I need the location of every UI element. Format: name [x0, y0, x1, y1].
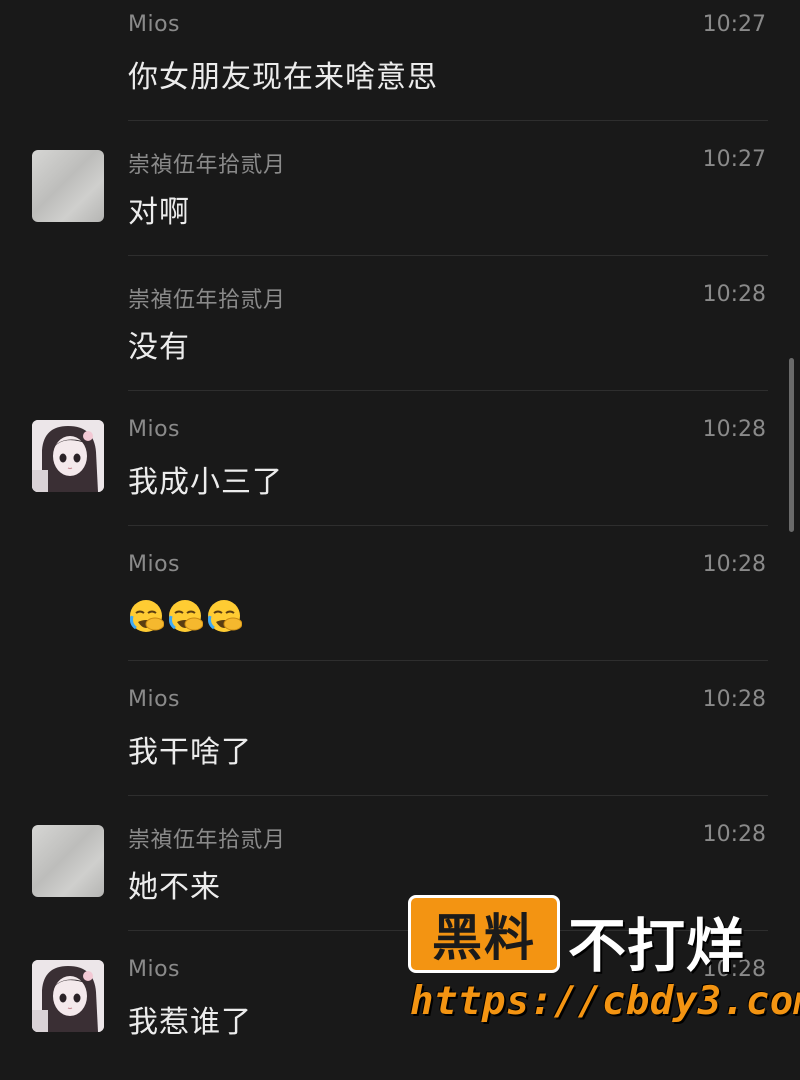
facepalm-cry-emoji-icon	[130, 600, 164, 632]
chat-message[interactable]: 崇禎伍年拾贰月 10:28 没有	[0, 270, 800, 405]
message-text: 她不来	[128, 870, 221, 905]
scrollbar[interactable]	[789, 358, 794, 532]
message-text: 没有	[128, 330, 190, 365]
message-text: 对啊	[128, 195, 190, 230]
message-time: 10:27	[702, 12, 766, 37]
chat-message[interactable]: Mios 10:28 我成小三了	[0, 405, 800, 540]
facepalm-cry-emoji-icon	[169, 600, 203, 632]
anime-girl-avatar-icon	[32, 420, 104, 492]
emoji-row	[128, 598, 242, 634]
message-time: 10:28	[702, 687, 766, 712]
avatar[interactable]	[32, 150, 104, 222]
message-text: 我干啥了	[128, 735, 252, 770]
watermark-url: https://cbdy3.com	[410, 979, 800, 1024]
sender-name: Mios	[128, 687, 181, 712]
chat-message[interactable]: 崇禎伍年拾贰月 10:27 对啊	[0, 135, 800, 270]
message-time: 10:28	[702, 552, 766, 577]
facepalm-cry-emoji-icon	[208, 600, 242, 632]
anime-girl-avatar-icon	[32, 960, 104, 1032]
watermark-slogan: 不打烊	[568, 912, 746, 980]
avatar[interactable]	[32, 960, 104, 1032]
chat-message[interactable]: Mios 10:28	[0, 540, 800, 675]
message-divider	[128, 525, 768, 526]
message-text: 你女朋友现在来啥意思	[128, 60, 438, 95]
sender-name: Mios	[128, 417, 181, 442]
sender-name: 崇禎伍年拾贰月	[128, 828, 286, 853]
message-text: 我成小三了	[128, 465, 283, 500]
avatar[interactable]	[32, 825, 104, 897]
sender-name: Mios	[128, 552, 181, 577]
message-divider	[128, 660, 768, 661]
message-time: 10:28	[702, 417, 766, 442]
sender-name: 崇禎伍年拾贰月	[128, 288, 286, 313]
message-time: 10:27	[702, 147, 766, 172]
sender-name: Mios	[128, 957, 181, 982]
message-divider	[128, 120, 768, 121]
message-divider	[128, 795, 768, 796]
sender-name: Mios	[128, 12, 181, 37]
watermark: 黑料 不打烊 https://cbdy3.com	[406, 893, 800, 1033]
avatar[interactable]	[32, 420, 104, 492]
chat-message[interactable]: Mios 10:28 我干啥了	[0, 675, 800, 810]
message-time: 10:28	[702, 822, 766, 847]
message-divider	[128, 255, 768, 256]
message-time: 10:28	[702, 282, 766, 307]
message-text: 我惹谁了	[128, 1005, 252, 1040]
watermark-badge: 黑料	[408, 895, 560, 973]
sender-name: 崇禎伍年拾贰月	[128, 153, 286, 178]
message-divider	[128, 390, 768, 391]
chat-message[interactable]: Mios 10:27 你女朋友现在来啥意思	[0, 0, 800, 135]
